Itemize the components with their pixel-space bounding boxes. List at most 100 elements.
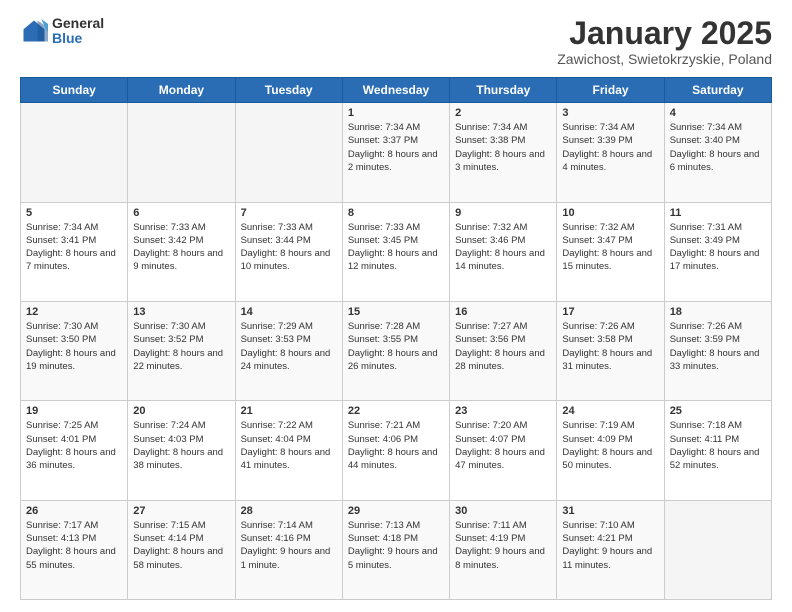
day-info: Sunrise: 7:26 AM Sunset: 3:58 PM Dayligh… <box>562 320 658 373</box>
day-number: 25 <box>670 405 766 417</box>
day-cell: 15 Sunrise: 7:28 AM Sunset: 3:55 PM Dayli… <box>342 301 449 400</box>
week-row-2: 5 Sunrise: 7:34 AM Sunset: 3:41 PM Daylig… <box>21 202 772 301</box>
day-number: 3 <box>562 107 658 119</box>
header-wednesday: Wednesday <box>342 78 449 103</box>
day-number: 11 <box>670 207 766 219</box>
day-cell: 14Sunrise: 7:29 AM Sunset: 3:53 PM Dayli… <box>235 301 342 400</box>
day-info: Sunrise: 7:27 AM Sunset: 3:56 PM Dayligh… <box>455 320 551 373</box>
day-info: Sunrise: 7:33 AM Sunset: 3:42 PM Dayligh… <box>133 221 229 274</box>
day-number: 28 <box>241 505 337 517</box>
day-cell: 13Sunrise: 7:30 AM Sunset: 3:52 PM Dayli… <box>128 301 235 400</box>
day-info: Sunrise: 7:33 AM Sunset: 3:45 PM Dayligh… <box>348 221 444 274</box>
day-info: Sunrise: 7:34 AM Sunset: 3:39 PM Dayligh… <box>562 121 658 174</box>
day-cell: 27 Sunrise: 7:15 AM Sunset: 4:14 PM Dayli… <box>128 500 235 599</box>
day-cell: 1 Sunrise: 7:34 AM Sunset: 3:37 PM Daylig… <box>342 103 449 202</box>
header: General Blue January 2025 Zawichost, Swi… <box>20 16 772 67</box>
day-cell: 10Sunrise: 7:32 AM Sunset: 3:47 PM Dayli… <box>557 202 664 301</box>
day-number: 14 <box>241 306 337 318</box>
day-info: Sunrise: 7:17 AM Sunset: 4:13 PM Dayligh… <box>26 519 122 572</box>
header-tuesday: Tuesday <box>235 78 342 103</box>
day-number: 15 <box>348 306 444 318</box>
day-info: Sunrise: 7:22 AM Sunset: 4:04 PM Dayligh… <box>241 419 337 472</box>
title-block: January 2025 Zawichost, Swietokrzyskie, … <box>557 16 772 67</box>
day-number: 20 <box>133 405 229 417</box>
day-cell: 5 Sunrise: 7:34 AM Sunset: 3:41 PM Daylig… <box>21 202 128 301</box>
day-info: Sunrise: 7:14 AM Sunset: 4:16 PM Dayligh… <box>241 519 337 572</box>
day-info: Sunrise: 7:33 AM Sunset: 3:44 PM Dayligh… <box>241 221 337 274</box>
header-sunday: Sunday <box>21 78 128 103</box>
week-row-1: 1 Sunrise: 7:34 AM Sunset: 3:37 PM Daylig… <box>21 103 772 202</box>
day-info: Sunrise: 7:18 AM Sunset: 4:11 PM Dayligh… <box>670 419 766 472</box>
day-info: Sunrise: 7:15 AM Sunset: 4:14 PM Dayligh… <box>133 519 229 572</box>
day-number: 7 <box>241 207 337 219</box>
day-cell: 24Sunrise: 7:19 AM Sunset: 4:09 PM Dayli… <box>557 401 664 500</box>
day-number: 27 <box>133 505 229 517</box>
day-number: 22 <box>348 405 444 417</box>
day-number: 8 <box>348 207 444 219</box>
day-number: 29 <box>348 505 444 517</box>
day-number: 31 <box>562 505 658 517</box>
header-friday: Friday <box>557 78 664 103</box>
day-cell: 23Sunrise: 7:20 AM Sunset: 4:07 PM Dayli… <box>450 401 557 500</box>
calendar-title: January 2025 <box>557 16 772 51</box>
day-number: 24 <box>562 405 658 417</box>
day-info: Sunrise: 7:31 AM Sunset: 3:49 PM Dayligh… <box>670 221 766 274</box>
day-info: Sunrise: 7:13 AM Sunset: 4:18 PM Dayligh… <box>348 519 444 572</box>
day-info: Sunrise: 7:28 AM Sunset: 3:55 PM Dayligh… <box>348 320 444 373</box>
day-info: Sunrise: 7:34 AM Sunset: 3:37 PM Dayligh… <box>348 121 444 174</box>
day-number: 5 <box>26 207 122 219</box>
header-thursday: Thursday <box>450 78 557 103</box>
day-info: Sunrise: 7:26 AM Sunset: 3:59 PM Dayligh… <box>670 320 766 373</box>
day-cell: 3 Sunrise: 7:34 AM Sunset: 3:39 PM Daylig… <box>557 103 664 202</box>
day-cell: 19 Sunrise: 7:25 AM Sunset: 4:01 PM Dayli… <box>21 401 128 500</box>
day-cell: 25 Sunrise: 7:18 AM Sunset: 4:11 PM Dayli… <box>664 401 771 500</box>
day-info: Sunrise: 7:20 AM Sunset: 4:07 PM Dayligh… <box>455 419 551 472</box>
logo-blue-text: Blue <box>52 31 104 46</box>
day-cell: 28 Sunrise: 7:14 AM Sunset: 4:16 PM Dayli… <box>235 500 342 599</box>
day-cell: 20Sunrise: 7:24 AM Sunset: 4:03 PM Dayli… <box>128 401 235 500</box>
day-cell: 9 Sunrise: 7:32 AM Sunset: 3:46 PM Daylig… <box>450 202 557 301</box>
day-number: 6 <box>133 207 229 219</box>
day-number: 1 <box>348 107 444 119</box>
page: General Blue January 2025 Zawichost, Swi… <box>0 0 792 612</box>
day-info: Sunrise: 7:32 AM Sunset: 3:46 PM Dayligh… <box>455 221 551 274</box>
header-saturday: Saturday <box>664 78 771 103</box>
day-info: Sunrise: 7:34 AM Sunset: 3:40 PM Dayligh… <box>670 121 766 174</box>
day-info: Sunrise: 7:21 AM Sunset: 4:06 PM Dayligh… <box>348 419 444 472</box>
week-row-5: 26 Sunrise: 7:17 AM Sunset: 4:13 PM Dayli… <box>21 500 772 599</box>
day-info: Sunrise: 7:30 AM Sunset: 3:52 PM Dayligh… <box>133 320 229 373</box>
calendar-subtitle: Zawichost, Swietokrzyskie, Poland <box>557 51 772 67</box>
day-number: 10 <box>562 207 658 219</box>
day-info: Sunrise: 7:30 AM Sunset: 3:50 PM Dayligh… <box>26 320 122 373</box>
day-cell: 2 Sunrise: 7:34 AM Sunset: 3:38 PM Daylig… <box>450 103 557 202</box>
day-info: Sunrise: 7:25 AM Sunset: 4:01 PM Dayligh… <box>26 419 122 472</box>
calendar-table: Sunday Monday Tuesday Wednesday Thursday… <box>20 77 772 600</box>
day-cell <box>235 103 342 202</box>
day-info: Sunrise: 7:10 AM Sunset: 4:21 PM Dayligh… <box>562 519 658 572</box>
week-row-3: 12 Sunrise: 7:30 AM Sunset: 3:50 PM Dayli… <box>21 301 772 400</box>
logo-text: General Blue <box>52 16 104 47</box>
day-cell: 17 Sunrise: 7:26 AM Sunset: 3:58 PM Dayli… <box>557 301 664 400</box>
day-cell: 4Sunrise: 7:34 AM Sunset: 3:40 PM Daylig… <box>664 103 771 202</box>
day-number: 9 <box>455 207 551 219</box>
day-cell: 31 Sunrise: 7:10 AM Sunset: 4:21 PM Dayli… <box>557 500 664 599</box>
day-cell <box>128 103 235 202</box>
day-number: 18 <box>670 306 766 318</box>
day-number: 17 <box>562 306 658 318</box>
day-cell: 18 Sunrise: 7:26 AM Sunset: 3:59 PM Dayli… <box>664 301 771 400</box>
day-number: 26 <box>26 505 122 517</box>
day-number: 2 <box>455 107 551 119</box>
day-cell: 11 Sunrise: 7:31 AM Sunset: 3:49 PM Dayli… <box>664 202 771 301</box>
header-monday: Monday <box>128 78 235 103</box>
header-row: Sunday Monday Tuesday Wednesday Thursday… <box>21 78 772 103</box>
day-info: Sunrise: 7:34 AM Sunset: 3:41 PM Dayligh… <box>26 221 122 274</box>
logo-general-text: General <box>52 16 104 31</box>
week-row-4: 19 Sunrise: 7:25 AM Sunset: 4:01 PM Dayli… <box>21 401 772 500</box>
day-number: 19 <box>26 405 122 417</box>
day-cell: 8 Sunrise: 7:33 AM Sunset: 3:45 PM Daylig… <box>342 202 449 301</box>
day-number: 21 <box>241 405 337 417</box>
day-number: 12 <box>26 306 122 318</box>
day-cell: 6 Sunrise: 7:33 AM Sunset: 3:42 PM Daylig… <box>128 202 235 301</box>
day-info: Sunrise: 7:34 AM Sunset: 3:38 PM Dayligh… <box>455 121 551 174</box>
logo: General Blue <box>20 16 104 47</box>
